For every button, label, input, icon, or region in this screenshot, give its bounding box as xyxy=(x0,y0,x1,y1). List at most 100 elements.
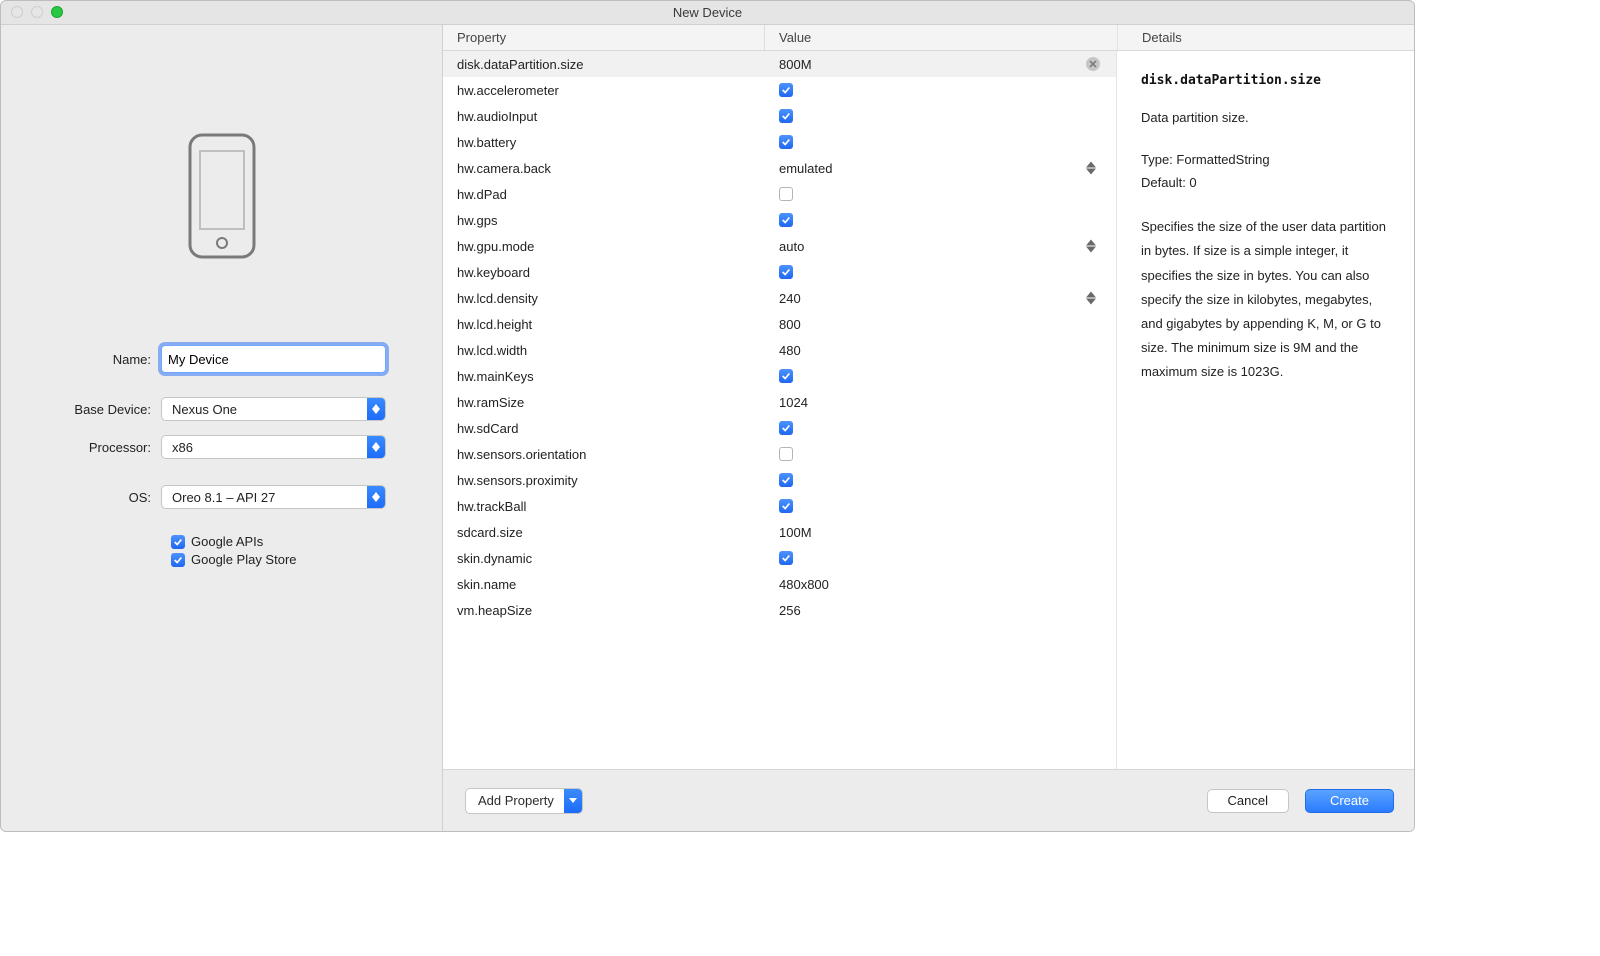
property-row[interactable]: hw.ramSize 1024 xyxy=(443,389,1116,415)
property-row[interactable]: hw.camera.back emulated xyxy=(443,155,1116,181)
property-name: hw.camera.back xyxy=(443,161,765,176)
property-value-cell[interactable]: auto xyxy=(765,239,1116,254)
property-value-cell[interactable]: 1024 xyxy=(765,395,1116,410)
property-checkbox[interactable] xyxy=(779,213,793,227)
property-value-cell[interactable]: 256 xyxy=(765,603,1116,618)
property-row[interactable]: skin.dynamic xyxy=(443,545,1116,571)
property-row[interactable]: disk.dataPartition.size800M xyxy=(443,51,1116,77)
property-checkbox[interactable] xyxy=(779,135,793,149)
new-device-window: New Device Name: xyxy=(0,0,1415,832)
os-select[interactable]: Oreo 8.1 – API 27 xyxy=(161,485,386,509)
property-checkbox[interactable] xyxy=(779,421,793,435)
property-name: skin.name xyxy=(443,577,765,592)
property-row[interactable]: vm.heapSize 256 xyxy=(443,597,1116,623)
property-value: emulated xyxy=(779,161,832,176)
property-checkbox[interactable] xyxy=(779,551,793,565)
property-value: 256 xyxy=(779,603,801,618)
name-input[interactable] xyxy=(161,345,386,373)
property-checkbox[interactable] xyxy=(779,83,793,97)
property-row[interactable]: hw.battery xyxy=(443,129,1116,155)
processor-select[interactable]: x86 xyxy=(161,435,386,459)
property-row[interactable]: sdcard.size 100M xyxy=(443,519,1116,545)
property-value-cell[interactable] xyxy=(765,213,1116,227)
add-property-select[interactable]: Add Property xyxy=(465,788,583,814)
property-value-cell[interactable] xyxy=(765,421,1116,435)
property-checkbox[interactable] xyxy=(779,499,793,513)
property-value-cell[interactable] xyxy=(765,187,1116,201)
select-arrows-icon xyxy=(367,486,385,508)
details-type: Type: FormattedString xyxy=(1141,150,1392,170)
property-row[interactable]: hw.mainKeys xyxy=(443,363,1116,389)
property-value-cell[interactable] xyxy=(765,109,1116,123)
property-value-cell[interactable]: emulated xyxy=(765,161,1116,176)
os-value: Oreo 8.1 – API 27 xyxy=(162,486,367,508)
property-value-cell[interactable]: 800M xyxy=(765,57,1116,72)
property-name: hw.gps xyxy=(443,213,765,228)
property-row[interactable]: hw.sensors.orientation xyxy=(443,441,1116,467)
property-row[interactable]: hw.sensors.proximity xyxy=(443,467,1116,493)
property-checkbox[interactable] xyxy=(779,187,793,201)
property-value-cell[interactable]: 240 xyxy=(765,291,1116,306)
property-row[interactable]: hw.lcd.density240 xyxy=(443,285,1116,311)
cancel-button[interactable]: Cancel xyxy=(1207,789,1289,813)
property-row[interactable]: hw.gpu.modeauto xyxy=(443,233,1116,259)
property-name: sdcard.size xyxy=(443,525,765,540)
property-row[interactable]: hw.keyboard xyxy=(443,259,1116,285)
google-apis-checkbox[interactable] xyxy=(171,535,185,549)
property-value: 100M xyxy=(779,525,812,540)
property-value: auto xyxy=(779,239,804,254)
property-value-cell[interactable] xyxy=(765,369,1116,383)
stepper-arrows-icon[interactable] xyxy=(1086,240,1096,253)
property-value-cell[interactable] xyxy=(765,499,1116,513)
property-row[interactable]: hw.trackBall xyxy=(443,493,1116,519)
property-value-cell[interactable] xyxy=(765,83,1116,97)
property-value-cell[interactable]: 480 xyxy=(765,343,1116,358)
property-name: skin.dynamic xyxy=(443,551,765,566)
property-name: hw.ramSize xyxy=(443,395,765,410)
stepper-arrows-icon[interactable] xyxy=(1086,292,1096,305)
property-value-cell[interactable]: 100M xyxy=(765,525,1116,540)
property-value-cell[interactable] xyxy=(765,473,1116,487)
property-checkbox[interactable] xyxy=(779,447,793,461)
property-row[interactable]: hw.audioInput xyxy=(443,103,1116,129)
property-value-cell[interactable] xyxy=(765,135,1116,149)
stepper-arrows-icon[interactable] xyxy=(1086,162,1096,175)
property-name: hw.audioInput xyxy=(443,109,765,124)
window-title: New Device xyxy=(673,5,742,20)
property-value-cell[interactable]: 480x800 xyxy=(765,577,1116,592)
base-device-select[interactable]: Nexus One xyxy=(161,397,386,421)
property-column-header[interactable]: Property xyxy=(443,25,765,50)
property-value-cell[interactable] xyxy=(765,265,1116,279)
property-value: 1024 xyxy=(779,395,808,410)
property-checkbox[interactable] xyxy=(779,369,793,383)
chevron-down-icon xyxy=(564,789,582,813)
zoom-window-button[interactable] xyxy=(51,6,63,18)
property-value-cell[interactable] xyxy=(765,551,1116,565)
value-column-header[interactable]: Value xyxy=(765,25,1117,50)
property-checkbox[interactable] xyxy=(779,265,793,279)
columns-header: Property Value Details xyxy=(443,25,1414,51)
clear-value-icon[interactable] xyxy=(1086,57,1100,71)
play-store-checkbox[interactable] xyxy=(171,553,185,567)
property-row[interactable]: hw.dPad xyxy=(443,181,1116,207)
property-row[interactable]: hw.lcd.width480 xyxy=(443,337,1116,363)
property-value: 240 xyxy=(779,291,801,306)
property-row[interactable]: skin.name480x800 xyxy=(443,571,1116,597)
property-name: hw.mainKeys xyxy=(443,369,765,384)
property-row[interactable]: hw.sdCard xyxy=(443,415,1116,441)
close-window-button[interactable] xyxy=(11,6,23,18)
add-property-label: Add Property xyxy=(466,789,564,813)
property-name: vm.heapSize xyxy=(443,603,765,618)
create-button[interactable]: Create xyxy=(1305,789,1394,813)
properties-list[interactable]: disk.dataPartition.size800M hw.accelerom… xyxy=(443,51,1116,769)
property-row[interactable]: hw.accelerometer xyxy=(443,77,1116,103)
property-name: hw.sdCard xyxy=(443,421,765,436)
property-name: hw.accelerometer xyxy=(443,83,765,98)
property-row[interactable]: hw.lcd.height800 xyxy=(443,311,1116,337)
minimize-window-button[interactable] xyxy=(31,6,43,18)
property-row[interactable]: hw.gps xyxy=(443,207,1116,233)
property-value-cell[interactable] xyxy=(765,447,1116,461)
property-value-cell[interactable]: 800 xyxy=(765,317,1116,332)
property-checkbox[interactable] xyxy=(779,109,793,123)
property-checkbox[interactable] xyxy=(779,473,793,487)
